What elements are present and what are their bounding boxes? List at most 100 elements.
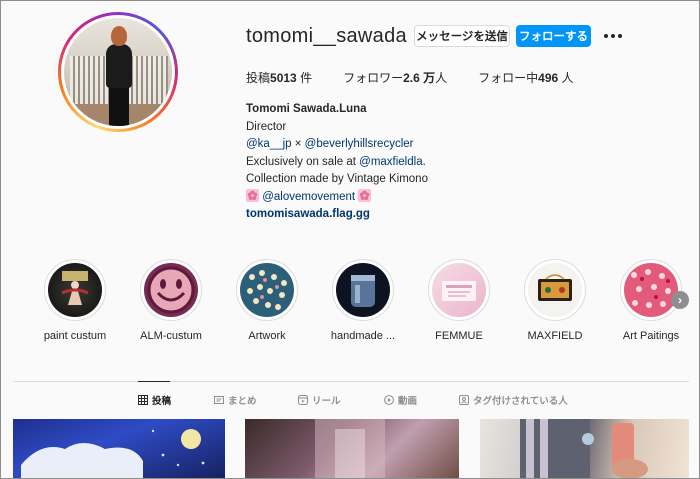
bio-mention-maxfieldla[interactable]: @maxfieldla. xyxy=(359,156,426,168)
bio-line-exclusive: Exclusively on sale at @maxfieldla. xyxy=(246,154,428,172)
profile-page: tomomi__sawada メッセージを送信 フォローする 投稿5013 件 … xyxy=(0,0,700,479)
bio-line-collection: Collection made by Vintage Kimono xyxy=(246,173,428,185)
post-painting-image xyxy=(21,429,205,478)
tab-reels-label: リール xyxy=(312,396,341,407)
highlight-handmade[interactable]: handmade ... xyxy=(323,259,403,342)
stat-posts-value: 5013 xyxy=(270,71,297,85)
stat-posts[interactable]: 投稿5013 件 xyxy=(246,69,312,86)
tab-active-indicator xyxy=(138,381,170,382)
highlight-label: paint custum xyxy=(43,330,107,342)
bio-mention-ka-jp[interactable]: @ka__jp xyxy=(246,138,292,150)
stat-followers-label: フォロワー xyxy=(343,71,404,85)
profile-stats: 投稿5013 件 フォロワー2.6 万人 フォロー中496 人 xyxy=(246,69,605,86)
post-thumbnail[interactable] xyxy=(13,419,225,478)
cherry-blossom-icon xyxy=(246,188,259,202)
post-hallway-image xyxy=(315,419,385,478)
highlight-label: Art Paitings xyxy=(622,330,680,342)
follow-button[interactable]: フォローする xyxy=(516,25,591,47)
profile-bio: Tomomi Sawada.Luna Director @ka__jp × @b… xyxy=(246,101,428,224)
handbag-icon xyxy=(528,263,582,317)
stat-following-label: フォロー中 xyxy=(478,71,539,85)
tab-videos[interactable]: 動画 xyxy=(384,393,459,407)
stat-following-value: 496 xyxy=(538,71,559,85)
reels-icon xyxy=(298,395,308,405)
floral-art-art xyxy=(247,270,287,310)
dot xyxy=(618,34,622,38)
red-pattern-icon xyxy=(624,263,678,317)
femmue-card-art xyxy=(442,281,476,301)
dot xyxy=(604,34,608,38)
highlight-artwork[interactable]: Artwork xyxy=(227,259,307,342)
highlight-label: ALM-custum xyxy=(140,330,202,342)
guide-icon xyxy=(214,396,224,404)
tag-icon xyxy=(459,395,469,405)
cherry-blossom-icon xyxy=(358,188,372,202)
highlight-paint-custum[interactable]: paint custum xyxy=(35,259,115,342)
smiley-face-art xyxy=(147,266,195,314)
tab-reels[interactable]: リール xyxy=(298,393,384,407)
stat-followers[interactable]: フォロワー2.6 万人 xyxy=(343,69,447,86)
chevron-right-icon: › xyxy=(678,293,682,307)
bio-line-alovemovement: @alovemovement xyxy=(246,188,428,207)
highlight-label: MAXFIELD xyxy=(527,330,583,342)
smiley-face-icon xyxy=(144,263,198,317)
highlight-ring xyxy=(140,259,202,321)
dot xyxy=(611,34,615,38)
bio-separator: × xyxy=(291,138,305,150)
post-thumbnail[interactable] xyxy=(480,419,689,478)
stat-following[interactable]: フォロー中496 人 xyxy=(478,69,573,86)
painted-jacket-art xyxy=(61,271,89,305)
stat-followers-unit: 人 xyxy=(435,71,448,85)
highlights-next-button[interactable]: › xyxy=(671,291,689,309)
profile-tabs: 投稿 まとめ リール 動画 タグ付けされている人 xyxy=(138,393,568,407)
highlight-ring xyxy=(428,259,490,321)
avatar-photo xyxy=(64,18,172,126)
tab-posts-label: 投稿 xyxy=(152,396,172,407)
tab-tagged[interactable]: タグ付けされている人 xyxy=(459,393,568,407)
stat-following-unit: 人 xyxy=(561,71,574,85)
stat-posts-unit: 件 xyxy=(300,71,313,85)
highlight-femmue[interactable]: FEMMUE xyxy=(419,259,499,342)
tabs-divider xyxy=(13,381,689,382)
red-pattern-art xyxy=(631,269,671,308)
tab-guides-label: まとめ xyxy=(228,396,257,407)
highlight-maxfield[interactable]: MAXFIELD xyxy=(515,259,595,342)
tab-guides[interactable]: まとめ xyxy=(214,393,298,407)
avatar-person-body xyxy=(106,44,132,88)
femmue-card-icon xyxy=(432,263,486,317)
bio-mention-beverlyhillsrecycler[interactable]: @beverlyhillsrecycler xyxy=(305,138,414,150)
post-thumbnail[interactable] xyxy=(245,419,459,478)
bio-mention-alovemovement[interactable]: @alovemovement xyxy=(262,191,355,203)
more-options-icon[interactable] xyxy=(604,30,624,42)
handbag-art xyxy=(538,274,572,301)
highlight-ring xyxy=(44,259,106,321)
highlight-ring xyxy=(620,259,682,321)
highlight-label: FEMMUE xyxy=(435,330,483,342)
stat-posts-label: 投稿 xyxy=(246,71,271,85)
avatar-person-head xyxy=(111,26,127,46)
bio-name: Tomomi Sawada.Luna xyxy=(246,103,367,115)
bio-line-director: Director xyxy=(246,120,287,133)
profile-username: tomomi__sawada xyxy=(246,25,407,47)
profile-avatar[interactable] xyxy=(58,12,178,132)
highlight-alm-custum[interactable]: ALM-custum xyxy=(131,259,211,342)
glass-jar-icon xyxy=(336,263,390,317)
tab-posts[interactable]: 投稿 xyxy=(138,393,214,407)
bio-exclusive-text: Exclusively on sale at xyxy=(246,155,360,168)
highlight-label: Artwork xyxy=(248,330,286,342)
bio-website-link[interactable]: tomomisawada.flag.gg xyxy=(246,206,428,224)
tab-tagged-label: タグ付けされている人 xyxy=(473,396,568,407)
bio-line-collab: @ka__jp × @beverlyhillsrecycler xyxy=(246,136,428,154)
post-selfie-image xyxy=(520,419,648,478)
glass-jar-art xyxy=(351,275,375,307)
grid-icon xyxy=(138,395,148,405)
stat-followers-value: 2.6 万 xyxy=(403,71,436,85)
highlight-ring xyxy=(524,259,586,321)
message-button[interactable]: メッセージを送信 xyxy=(414,25,510,47)
highlight-ring xyxy=(332,259,394,321)
highlight-label: handmade ... xyxy=(330,330,396,342)
tab-videos-label: 動画 xyxy=(398,396,418,407)
painted-jacket-icon xyxy=(48,263,102,317)
avatar-person-legs xyxy=(109,86,129,126)
play-icon xyxy=(384,395,394,405)
